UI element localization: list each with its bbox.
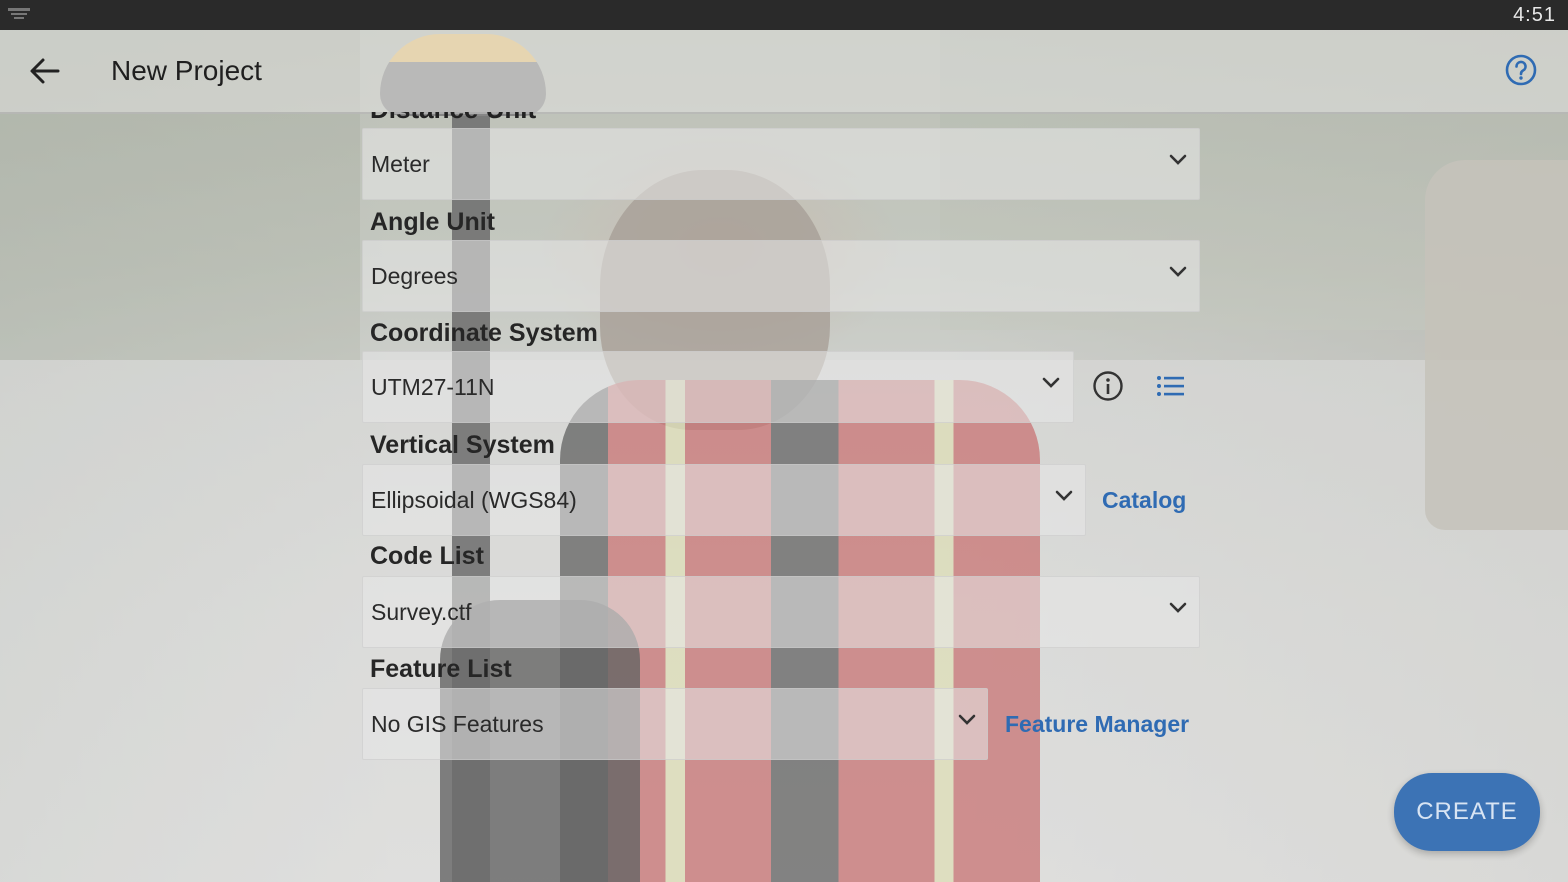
- coordinate-system-label: Coordinate System: [370, 319, 598, 347]
- code-list-value: Survey.ctf: [371, 599, 472, 625]
- app-bar: New Project: [0, 30, 1568, 114]
- vertical-system-label: Vertical System: [370, 431, 555, 459]
- coordinate-system-dropdown[interactable]: UTM27-11N: [362, 351, 1074, 423]
- chevron-down-icon: [1169, 266, 1187, 277]
- help-icon[interactable]: [1505, 54, 1537, 86]
- distance-unit-dropdown[interactable]: Meter: [362, 128, 1200, 200]
- create-button[interactable]: CREATE: [1394, 773, 1540, 851]
- feature-list-value: No GIS Features: [371, 711, 544, 737]
- feature-manager-link[interactable]: Feature Manager: [1005, 711, 1189, 738]
- feature-list-label: Feature List: [370, 655, 512, 683]
- chevron-down-icon: [1042, 377, 1060, 388]
- code-list-label: Code List: [370, 542, 484, 570]
- distance-unit-value: Meter: [371, 151, 430, 177]
- angle-unit-value: Degrees: [371, 263, 458, 289]
- coordinate-system-value: UTM27-11N: [371, 374, 495, 400]
- notification-icon: [8, 8, 30, 19]
- vertical-system-value: Ellipsoidal (WGS84): [371, 487, 577, 513]
- back-arrow-icon[interactable]: [28, 56, 60, 86]
- list-icon[interactable]: [1154, 370, 1186, 402]
- code-list-dropdown[interactable]: Survey.ctf: [362, 576, 1200, 648]
- vertical-system-dropdown[interactable]: Ellipsoidal (WGS84): [362, 464, 1086, 536]
- page-title: New Project: [111, 55, 262, 86]
- status-bar: 4:51: [0, 0, 1568, 30]
- chevron-down-icon: [958, 714, 976, 725]
- chevron-down-icon: [1169, 154, 1187, 165]
- status-time: 4:51: [1513, 4, 1556, 26]
- chevron-down-icon: [1055, 490, 1073, 501]
- angle-unit-label: Angle Unit: [370, 208, 495, 236]
- feature-list-dropdown[interactable]: No GIS Features: [362, 688, 988, 760]
- info-icon[interactable]: [1092, 370, 1124, 402]
- catalog-link[interactable]: Catalog: [1102, 487, 1186, 514]
- angle-unit-dropdown[interactable]: Degrees: [362, 240, 1200, 312]
- chevron-down-icon: [1169, 602, 1187, 613]
